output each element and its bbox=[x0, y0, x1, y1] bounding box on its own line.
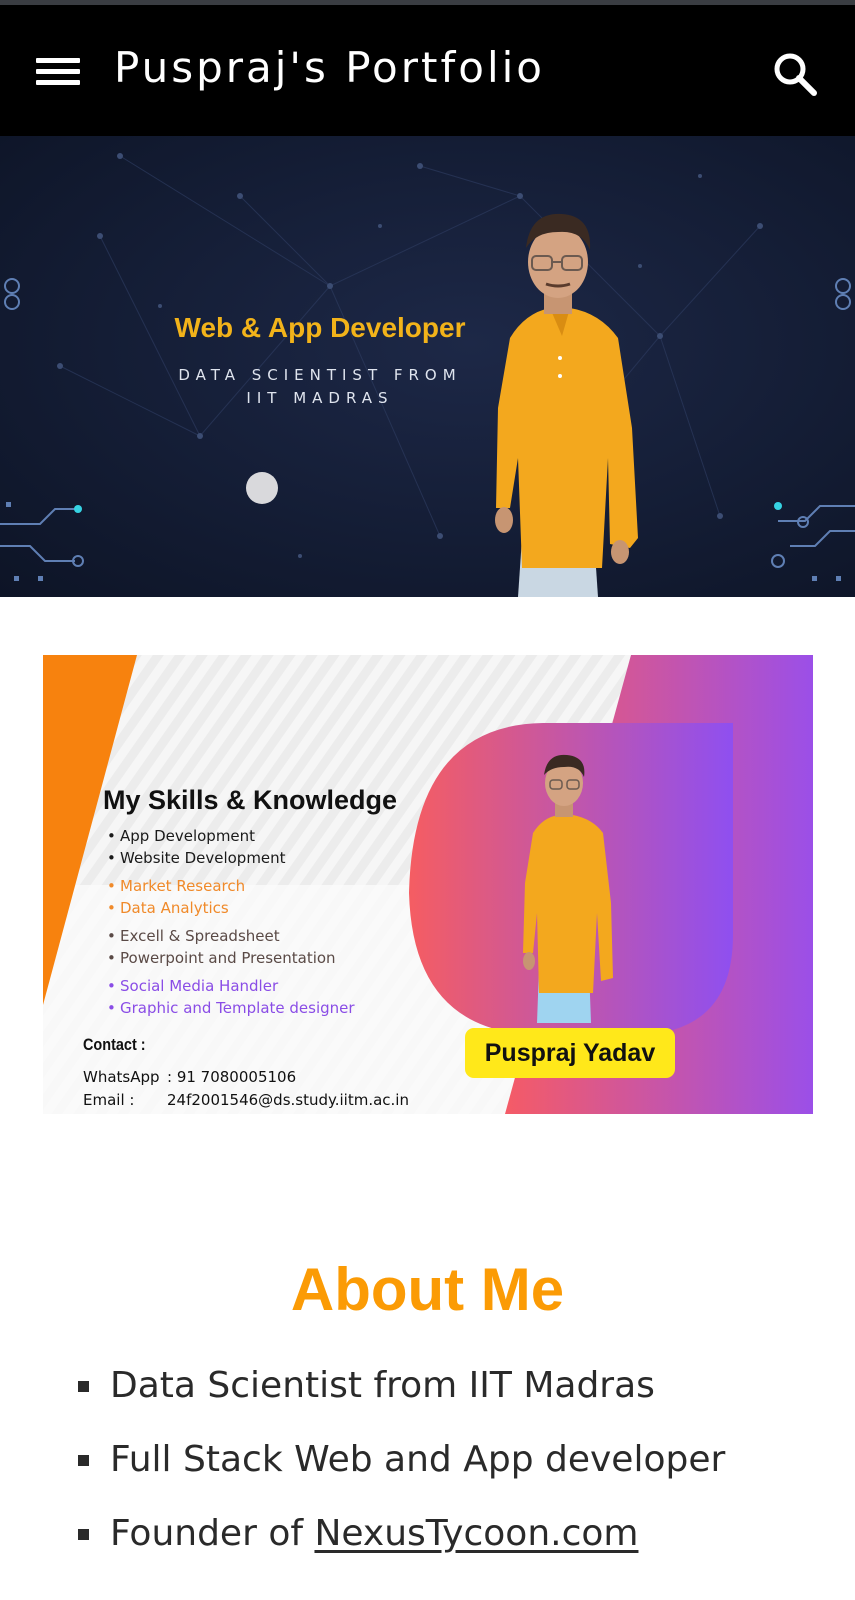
founder-prefix: Founder of bbox=[110, 1513, 315, 1554]
contact-label: Contact : bbox=[83, 1035, 146, 1054]
email-label: Email : bbox=[83, 1091, 135, 1109]
email-value: 24f2001546@ds.study.iitm.ac.in bbox=[167, 1091, 409, 1109]
hero-banner: Web & App Developer DATA SCIENTIST FROM … bbox=[0, 136, 855, 597]
skill-item: Market Research bbox=[107, 875, 355, 897]
skill-item: Excell & Spreadsheet bbox=[107, 925, 355, 947]
skill-item: App Development bbox=[107, 825, 355, 847]
about-item-text: Full Stack Web and App developer bbox=[110, 1439, 726, 1480]
about-item-text: Data Scientist from IIT Madras bbox=[110, 1365, 655, 1406]
carousel-indicator[interactable] bbox=[246, 472, 278, 504]
app-bar: Puspraj's Portfolio bbox=[0, 5, 855, 136]
skills-list: App Development Website Development Mark… bbox=[107, 825, 355, 1019]
contact-whatsapp: WhatsApp : 91 7080005106 bbox=[83, 1068, 296, 1086]
whatsapp-label: WhatsApp bbox=[83, 1068, 160, 1086]
contact-email: Email : 24f2001546@ds.study.iitm.ac.in bbox=[83, 1091, 409, 1109]
skills-card: My Skills & Knowledge App Development We… bbox=[43, 655, 813, 1114]
about-title: About Me bbox=[290, 1256, 565, 1323]
app-title: Puspraj's Portfolio bbox=[114, 43, 545, 92]
skill-item: Data Analytics bbox=[107, 897, 355, 919]
nexustycoon-link[interactable]: NexusTycoon.com bbox=[314, 1513, 638, 1554]
skills-title: My Skills & Knowledge bbox=[103, 785, 398, 815]
skill-item: Powerpoint and Presentation bbox=[107, 947, 355, 969]
skill-item: Social Media Handler bbox=[107, 975, 355, 997]
skill-item: Website Development bbox=[107, 847, 355, 869]
square-bullet-icon bbox=[78, 1455, 89, 1466]
skill-item: Graphic and Template designer bbox=[107, 997, 355, 1019]
hero-subtitle-line-1: DATA SCIENTIST FROM bbox=[178, 366, 462, 384]
name-badge: Puspraj Yadav bbox=[465, 1028, 675, 1078]
profile-photo bbox=[495, 213, 638, 597]
hero-subtitle: DATA SCIENTIST FROM IIT MADRAS bbox=[150, 364, 490, 410]
hamburger-menu-icon[interactable] bbox=[30, 49, 86, 93]
search-icon[interactable] bbox=[770, 49, 820, 99]
hero-headline: Web & App Developer bbox=[174, 312, 466, 343]
hero-subtitle-line-2: IIT MADRAS bbox=[246, 389, 394, 407]
whatsapp-value: : 91 7080005106 bbox=[167, 1068, 297, 1086]
square-bullet-icon bbox=[78, 1529, 89, 1540]
card-profile-photo bbox=[523, 754, 613, 1023]
square-bullet-icon bbox=[78, 1381, 89, 1392]
about-item-founder: Founder of NexusTycoon.com bbox=[110, 1506, 638, 1562]
